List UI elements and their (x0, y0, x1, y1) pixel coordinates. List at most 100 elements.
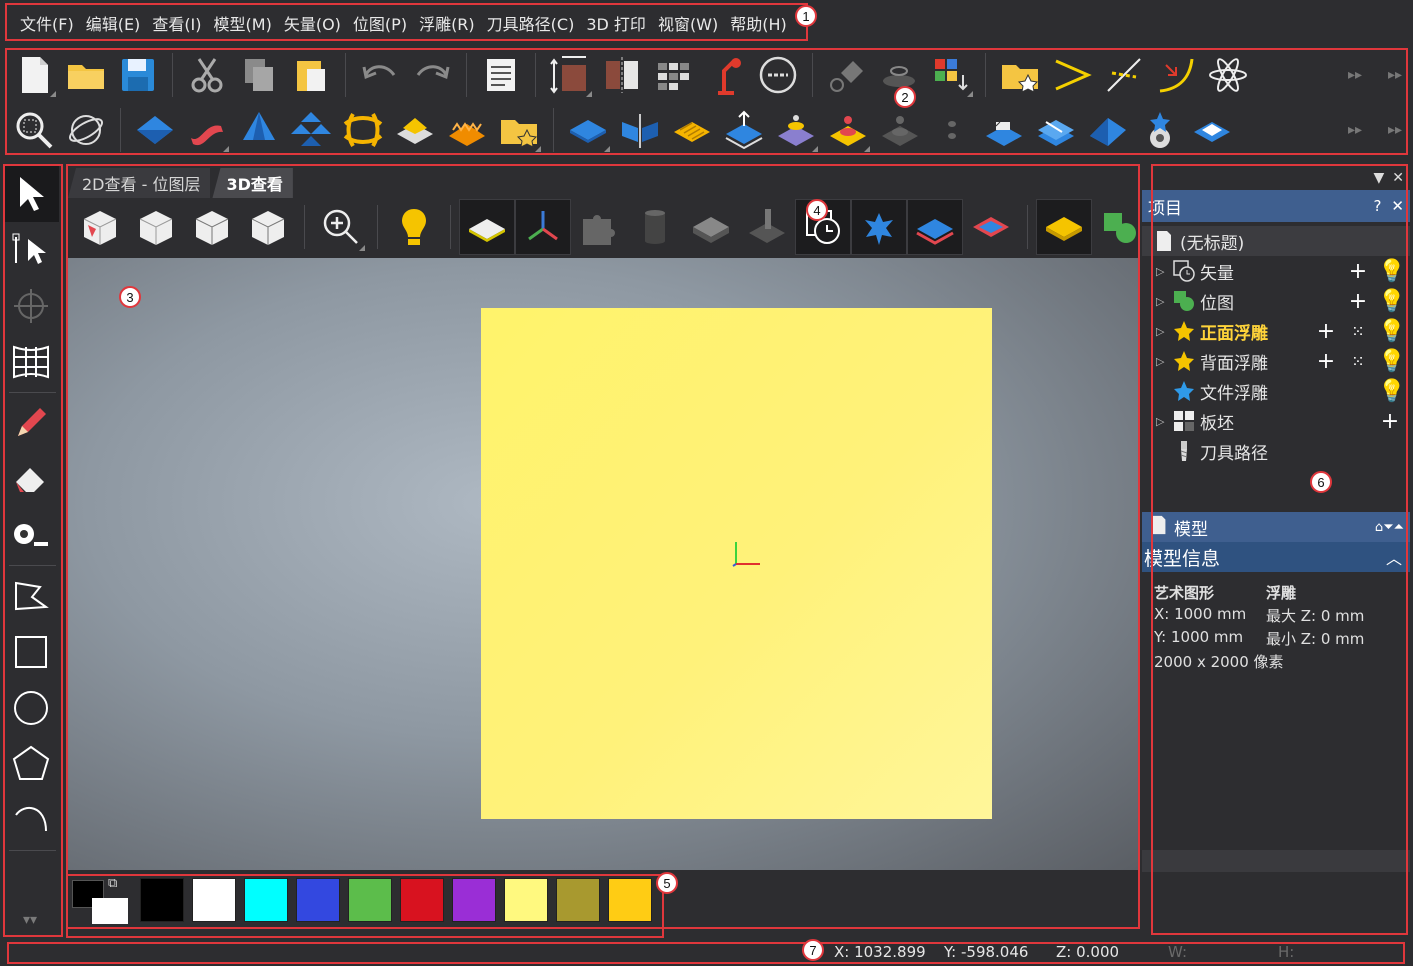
ribbon-button[interactable] (181, 104, 233, 156)
show-axes-button[interactable] (515, 199, 571, 255)
vector-button[interactable] (1046, 49, 1098, 101)
favorite-button[interactable] (994, 49, 1046, 101)
wedge-button[interactable] (1082, 104, 1134, 156)
color-swatch-purple[interactable] (452, 878, 496, 922)
color-swatch-white[interactable] (192, 878, 236, 922)
tool-view-button[interactable] (739, 199, 795, 255)
polyline-tool[interactable] (3, 568, 59, 624)
toolbar-overflow-icon[interactable]: ▸▸ (1348, 67, 1362, 83)
plate-button[interactable] (1186, 104, 1238, 156)
trim-button[interactable] (1098, 49, 1150, 101)
material-button[interactable] (1036, 199, 1092, 255)
add-icon[interactable]: + (1346, 289, 1370, 314)
tree-item-file-relief[interactable]: 文件浮雕 💡 (1150, 376, 1410, 406)
puzzle-button[interactable] (571, 199, 627, 255)
menu-relief[interactable]: 浮雕(R) (413, 8, 481, 38)
light-bulb-icon[interactable]: 💡 (1378, 349, 1405, 374)
tab-2d-view[interactable]: 2D查看 - 位图层 (68, 168, 211, 198)
compass-button[interactable] (1134, 104, 1186, 156)
light-bulb-outline-icon[interactable]: 💡 (1378, 259, 1405, 284)
color-swatch-black[interactable] (140, 878, 184, 922)
expand-icon[interactable]: ▷ (1156, 355, 1170, 368)
layer-red-button[interactable] (963, 199, 1019, 255)
spin-button[interactable] (233, 104, 285, 156)
menu-view[interactable]: 查看(I) (146, 8, 207, 38)
background-color[interactable] (92, 898, 128, 924)
tree-root[interactable]: (无标题) (1142, 226, 1410, 256)
panel-scrollbar[interactable] (1142, 850, 1410, 872)
stripes-button[interactable] (666, 104, 718, 156)
layer-stack-button[interactable] (907, 199, 963, 255)
select-tool[interactable] (3, 166, 59, 222)
menu-toolpath[interactable]: 刀具路径(C) (481, 8, 581, 38)
notes-button[interactable] (475, 49, 527, 101)
add-icon[interactable]: + (1378, 409, 1402, 434)
save-button[interactable] (112, 49, 164, 101)
node-edit-tool[interactable] (3, 222, 59, 278)
polygon-tool[interactable] (3, 736, 59, 792)
project-help-button[interactable]: ? (1373, 197, 1381, 215)
expand-icon[interactable]: ▷ (1156, 265, 1170, 278)
eraser-tool[interactable] (3, 451, 59, 507)
weave-button[interactable] (337, 104, 389, 156)
copy-button[interactable] (233, 49, 285, 101)
view-top-button[interactable] (128, 199, 184, 255)
menu-3d-print[interactable]: 3D 打印 (580, 8, 652, 38)
transform-tool[interactable] (3, 278, 59, 334)
paint-button[interactable] (821, 49, 873, 101)
tree-item-vector[interactable]: ▷ 矢量 + 💡 (1150, 256, 1410, 286)
block-button[interactable] (389, 104, 441, 156)
open-button[interactable] (60, 49, 112, 101)
grid-button[interactable] (648, 49, 700, 101)
add-icon[interactable]: + (1314, 349, 1338, 374)
link-button[interactable] (752, 49, 804, 101)
collapse-chevron-icon[interactable]: ︿ (1386, 545, 1402, 569)
undo-button[interactable] (354, 49, 406, 101)
raise-button[interactable] (718, 104, 770, 156)
lighting-button[interactable] (386, 199, 442, 255)
expand-icon[interactable]: ▷ (1156, 415, 1170, 428)
slab-button[interactable] (1030, 104, 1082, 156)
redo-button[interactable] (406, 49, 458, 101)
paste-button[interactable] (285, 49, 337, 101)
menu-model[interactable]: 模型(M) (208, 8, 278, 38)
model-collapse-icon[interactable]: ⏷ (1383, 520, 1393, 535)
measure-tool[interactable] (3, 507, 59, 563)
grid-add-icon[interactable]: ⁙ (1346, 352, 1370, 371)
tree-item-back-relief[interactable]: ▷ 背面浮雕 + ⁙ 💡 (1150, 346, 1410, 376)
color-swatch-red[interactable] (400, 878, 444, 922)
color-swatch-blue[interactable] (296, 878, 340, 922)
relief-diamond-button[interactable] (129, 104, 181, 156)
resize-button[interactable] (544, 49, 596, 101)
color-swatch-olive[interactable] (556, 878, 600, 922)
fg-bg-swatch[interactable]: ⧉ (72, 876, 130, 924)
toolbar-overflow-icon-2[interactable]: ▸▸ (1388, 67, 1402, 83)
pencil-tool[interactable] (3, 395, 59, 451)
color-swatch-green[interactable] (348, 878, 392, 922)
toolbar-overflow-icon[interactable]: ▸▸ (1348, 122, 1362, 138)
panel-close-icon[interactable]: ✕ (1392, 170, 1404, 186)
dots-button[interactable] (926, 104, 978, 156)
menu-edit[interactable]: 编辑(E) (80, 8, 147, 38)
model-expand-icon[interactable]: ⏶ (1394, 520, 1404, 535)
expand-icon[interactable]: ▷ (1156, 295, 1170, 308)
toolbar-overflow-icon-2[interactable]: ▸▸ (1388, 122, 1402, 138)
flat-diamond-button[interactable] (562, 104, 614, 156)
add-icon[interactable]: + (1346, 259, 1370, 284)
view-side-button[interactable] (240, 199, 296, 255)
toolbox-more-icon[interactable]: ▾▾ (23, 912, 37, 928)
light-bulb-icon[interactable]: 💡 (1378, 289, 1405, 314)
tree-item-bitmap[interactable]: ▷ 位图 + 💡 (1150, 286, 1410, 316)
orbit-button[interactable] (60, 104, 112, 156)
star-relief-button[interactable] (851, 199, 907, 255)
expand-icon[interactable]: ▷ (1156, 325, 1170, 338)
3d-scene[interactable] (68, 258, 1139, 870)
grid-add-icon[interactable]: ⁙ (1346, 322, 1370, 341)
zoom-button[interactable] (8, 104, 60, 156)
multi-button[interactable] (285, 104, 337, 156)
split-button[interactable] (614, 104, 666, 156)
curve-button[interactable] (1150, 49, 1202, 101)
texture-button[interactable] (441, 104, 493, 156)
fold-button[interactable] (978, 104, 1030, 156)
tree-item-toolpath[interactable]: 刀具路径 (1150, 436, 1410, 466)
